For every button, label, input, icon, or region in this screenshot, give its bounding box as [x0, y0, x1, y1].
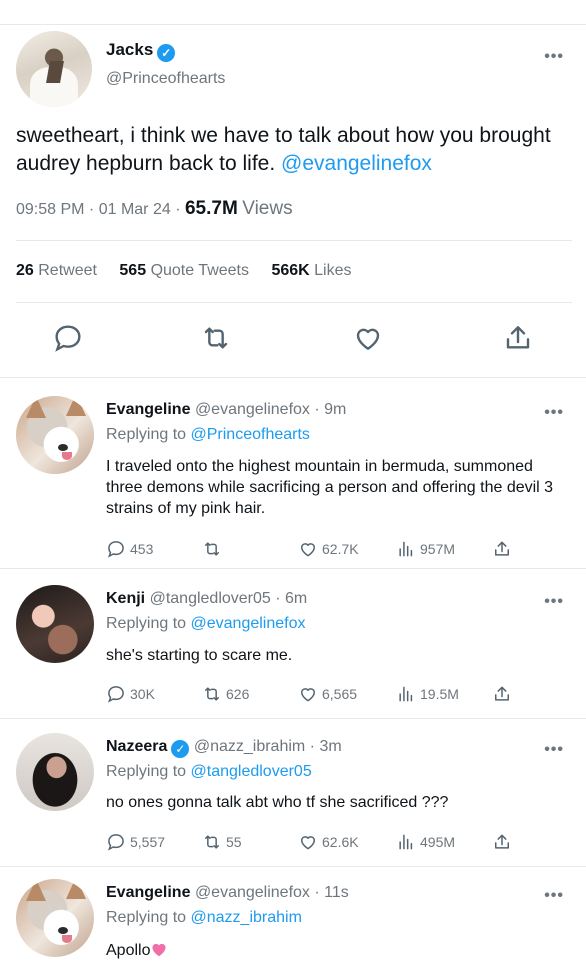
reply-share[interactable] [492, 538, 512, 560]
tweet-text: sweetheart, i think we have to talk abou… [16, 122, 572, 178]
reply-name[interactable]: Evangeline [106, 401, 190, 418]
reply-text: she's starting to scare me. [106, 647, 293, 664]
like-icon [301, 836, 315, 850]
comment-icon [108, 686, 124, 703]
heart-emoji-icon [152, 943, 167, 957]
retweet-icon [205, 687, 219, 701]
comment-icon[interactable] [52, 322, 84, 354]
reply-share[interactable] [492, 831, 512, 853]
quote-stat[interactable]: 565 Quote Tweets [119, 262, 249, 279]
reply-author[interactable]: Evangeline @evangelinefox · 9m [106, 401, 346, 419]
reply-like[interactable]: 62.7K [298, 538, 359, 560]
like-icon[interactable] [352, 322, 384, 354]
reply-name[interactable]: Kenji [106, 590, 145, 607]
avatar-jacks[interactable] [16, 31, 92, 107]
replying-to: Replying to @Princeofhearts [106, 426, 310, 443]
views-label: Views [242, 198, 293, 219]
views-icon [399, 834, 413, 850]
reply-name[interactable]: Nazeera [106, 738, 167, 755]
action-bar [0, 322, 586, 362]
reply-item[interactable]: Nazeera ✓ @nazz_ibrahim · 3m ••• Replying… [0, 719, 586, 867]
more-icon[interactable]: ••• [544, 593, 564, 611]
share-icon [495, 541, 509, 556]
reply-actions: 30K 626 6,565 19.5M [106, 683, 526, 705]
replying-to: Replying to @evangelinefox [106, 615, 306, 632]
reply-text: no ones gonna talk abt who tf she sacrif… [106, 794, 449, 811]
reply-text: Apollo [106, 940, 566, 961]
share-icon [495, 686, 509, 701]
views-count: 65.7M [184, 198, 238, 219]
reply-item[interactable]: Evangeline @evangelinefox · 9m ••• Reply… [0, 378, 586, 568]
reply-text-body: Apollo [106, 942, 151, 959]
avatar-evangeline[interactable] [16, 396, 94, 474]
replying-to: Replying to @tangledlover05 [106, 763, 312, 780]
reply-comment[interactable]: 5,557 [106, 831, 165, 853]
verified-icon: ✓ [171, 740, 190, 758]
reply-handle[interactable]: @evangelinefox · 9m [195, 401, 346, 418]
like-icon [301, 543, 315, 557]
reply-actions: 5,557 55 62.6K 495M [106, 831, 526, 853]
comment-icon [108, 834, 124, 851]
views-icon [399, 686, 413, 702]
avatar-nazeera[interactable] [16, 733, 94, 811]
verified-icon: ✓ [157, 44, 176, 62]
author-handle[interactable]: @Princeofhearts [106, 70, 225, 88]
reply-author[interactable]: Nazeera ✓ @nazz_ibrahim · 3m [106, 738, 342, 758]
author-name[interactable]: Jacks [106, 40, 153, 59]
reply-like[interactable]: 62.6K [298, 831, 359, 853]
reply-actions: 453 62.7K 957M [106, 538, 526, 560]
tweet-mention[interactable]: @evangelinefox [281, 152, 432, 175]
replying-mention[interactable]: @evangelinefox [191, 615, 306, 632]
tweet-timestamp[interactable]: 09:58 PM · 01 Mar 24 · [16, 201, 181, 218]
avatar-kenji[interactable] [16, 585, 94, 663]
divider [16, 240, 572, 241]
divider [16, 302, 572, 303]
reply-comment[interactable]: 453 [106, 538, 153, 560]
more-icon[interactable]: ••• [544, 48, 564, 66]
reply-author[interactable]: Kenji @tangledlover05 · 6m [106, 590, 307, 608]
retweet-icon [205, 835, 219, 849]
reply-retweet[interactable]: 55 [202, 831, 242, 853]
top-divider [0, 24, 586, 25]
reply-retweet[interactable] [202, 538, 226, 560]
reply-like[interactable]: 6,565 [298, 683, 357, 705]
more-icon[interactable]: ••• [544, 741, 564, 759]
reply-text: I traveled onto the highest mountain in … [106, 458, 554, 517]
comment-icon [108, 541, 124, 558]
reply-handle[interactable]: @tangledlover05 · 6m [150, 590, 308, 607]
more-icon[interactable]: ••• [544, 887, 564, 905]
like-icon [301, 688, 315, 702]
retweet-icon[interactable] [200, 322, 232, 354]
replying-mention[interactable]: @nazz_ibrahim [191, 909, 302, 926]
reply-retweet[interactable]: 626 [202, 683, 249, 705]
replying-to: Replying to @nazz_ibrahim [106, 909, 302, 926]
reply-comment[interactable]: 30K [106, 683, 155, 705]
avatar-evangeline[interactable] [16, 879, 94, 957]
share-icon [495, 834, 509, 849]
reply-views[interactable]: 19.5M [396, 683, 459, 705]
reply-handle[interactable]: @evangelinefox · 11s [195, 884, 349, 901]
retweet-icon [205, 542, 219, 556]
likes-stat[interactable]: 566K Likes [271, 262, 351, 279]
reply-item[interactable]: Evangeline @evangelinefox · 11s ••• Repl… [0, 867, 586, 960]
reply-author[interactable]: Evangeline @evangelinefox · 11s [106, 884, 349, 902]
reply-handle[interactable]: @nazz_ibrahim · 3m [194, 738, 342, 755]
author-name-row[interactable]: Jacks ✓ [106, 40, 176, 62]
replying-mention[interactable]: @Princeofhearts [191, 426, 310, 443]
reply-share[interactable] [492, 683, 512, 705]
retweet-stat[interactable]: 26 Retweet [16, 262, 97, 279]
reply-item[interactable]: Kenji @tangledlover05 · 6m ••• Replying … [0, 569, 586, 719]
engagement-stats: 26 Retweet 565 Quote Tweets 566K Likes [16, 262, 370, 280]
replying-mention[interactable]: @tangledlover05 [191, 763, 312, 780]
reply-name[interactable]: Evangeline [106, 884, 190, 901]
share-icon[interactable] [502, 322, 534, 354]
reply-views[interactable]: 495M [396, 831, 455, 853]
more-icon[interactable]: ••• [544, 404, 564, 422]
tweet-meta: 09:58 PM · 01 Mar 24 · 65.7M Views [16, 198, 293, 220]
views-icon [399, 541, 413, 557]
reply-views[interactable]: 957M [396, 538, 455, 560]
